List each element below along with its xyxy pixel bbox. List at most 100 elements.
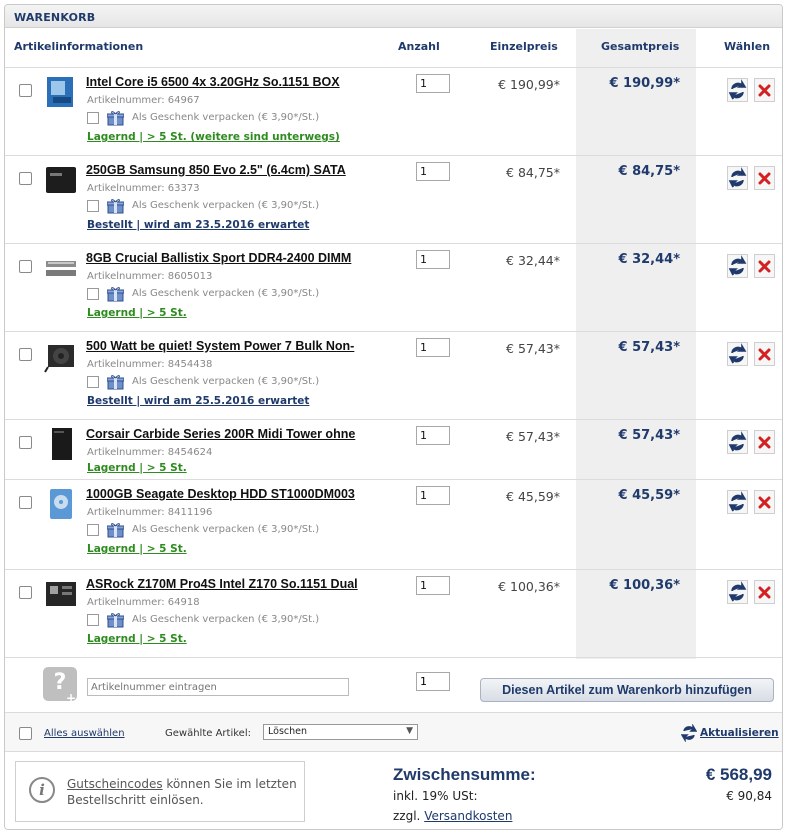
subtotal-value: € 568,99 <box>705 765 772 784</box>
gift-wrap-label: Als Geschenk verpacken (€ 3,90*/St.) <box>132 524 320 535</box>
refresh-icon[interactable] <box>681 724 697 742</box>
ssd-icon[interactable] <box>44 163 78 197</box>
column-header-select: Wählen <box>724 40 771 53</box>
select-all-checkbox[interactable] <box>19 727 32 740</box>
item-select-checkbox[interactable] <box>19 586 32 599</box>
coupon-text: Gutscheincodes können Sie im letzten Bes… <box>67 776 297 808</box>
bulk-action-select[interactable]: Löschen ▼ <box>263 724 418 740</box>
column-header-qty: Anzahl <box>398 40 440 53</box>
gift-box-icon <box>107 613 124 628</box>
shipping-info: zzgl. Versandkosten <box>393 809 512 823</box>
item-select-checkbox[interactable] <box>19 172 32 185</box>
item-quantity-input[interactable] <box>416 338 450 357</box>
item-title-link[interactable]: Intel Core i5 6500 4x 3.20GHz So.1151 BO… <box>86 75 340 89</box>
gift-wrap-checkbox[interactable] <box>87 112 99 124</box>
item-title-link[interactable]: 1000GB Seagate Desktop HDD ST1000DM003 <box>86 487 355 501</box>
item-article-number: Artikelnummer: 64918 <box>87 597 200 608</box>
item-select-checkbox[interactable] <box>19 348 32 361</box>
selected-items-label: Gewählte Artikel: <box>165 728 251 739</box>
item-select-checkbox[interactable] <box>19 496 32 509</box>
item-unit-price: € 45,59* <box>506 489 560 504</box>
column-header-info: Artikelinformationen <box>14 40 144 53</box>
item-title-link[interactable]: Corsair Carbide Series 200R Midi Tower o… <box>86 427 355 441</box>
update-item-icon[interactable] <box>727 78 748 102</box>
update-item-icon[interactable] <box>727 580 748 604</box>
gift-wrap-checkbox[interactable] <box>87 614 99 626</box>
delete-item-icon[interactable] <box>754 342 775 366</box>
item-title-link[interactable]: 8GB Crucial Ballistix Sport DDR4-2400 DI… <box>86 251 351 265</box>
subtotal-label: Zwischensumme: <box>393 765 536 784</box>
delete-item-icon[interactable] <box>754 78 775 102</box>
item-quantity-input[interactable] <box>416 426 450 445</box>
delete-item-icon[interactable] <box>754 166 775 190</box>
item-unit-price: € 57,43* <box>506 341 560 356</box>
article-number-input[interactable] <box>87 678 349 696</box>
gift-wrap-checkbox[interactable] <box>87 288 99 300</box>
update-item-icon[interactable] <box>727 430 748 454</box>
item-article-number: Artikelnummer: 8454624 <box>87 447 213 458</box>
gift-wrap-label: Als Geschenk verpacken (€ 3,90*/St.) <box>132 200 320 211</box>
item-total-price: € 57,43* <box>618 340 681 355</box>
delete-item-icon[interactable] <box>754 580 775 604</box>
chevron-down-icon: ▼ <box>406 726 413 736</box>
update-item-icon[interactable] <box>727 166 748 190</box>
refresh-link[interactable]: Aktualisieren <box>700 727 779 739</box>
coupon-codes-link[interactable]: Gutscheincodes <box>67 777 163 791</box>
bulk-action-value: Löschen <box>268 726 307 737</box>
item-quantity-input[interactable] <box>416 162 450 181</box>
item-article-number: Artikelnummer: 8605013 <box>87 271 213 282</box>
delete-item-icon[interactable] <box>754 254 775 278</box>
item-select-checkbox[interactable] <box>19 260 32 273</box>
cart-item-row: 1000GB Seagate Desktop HDD ST1000DM003 Ar… <box>5 479 782 569</box>
shipping-costs-link[interactable]: Versandkosten <box>424 809 512 823</box>
column-header-unit-price: Einzelpreis <box>490 40 558 53</box>
coupon-info-box: i Gutscheincodes können Sie im letzten B… <box>15 761 305 822</box>
item-total-price: € 84,75* <box>618 164 681 179</box>
psu-icon[interactable] <box>44 339 78 373</box>
item-select-checkbox[interactable] <box>19 436 32 449</box>
pc-case-icon[interactable] <box>44 427 78 461</box>
ram-icon[interactable] <box>44 251 78 285</box>
item-quantity-input[interactable] <box>416 576 450 595</box>
item-article-number: Artikelnummer: 64967 <box>87 95 200 106</box>
column-headers: Artikelinformationen Anzahl Einzelpreis … <box>5 29 782 61</box>
cart-footer: i Gutscheincodes können Sie im letzten B… <box>5 752 782 829</box>
gift-wrap-checkbox[interactable] <box>87 200 99 212</box>
gift-wrap-checkbox[interactable] <box>87 524 99 536</box>
select-all-link[interactable]: Alles auswählen <box>44 728 125 739</box>
update-item-icon[interactable] <box>727 490 748 514</box>
cpu-box-icon[interactable] <box>44 75 78 109</box>
hdd-icon[interactable] <box>44 487 78 521</box>
add-to-cart-button[interactable]: Diesen Artikel zum Warenkorb hinzufügen <box>480 678 774 702</box>
delete-item-icon[interactable] <box>754 430 775 454</box>
item-title-link[interactable]: 250GB Samsung 850 Evo 2.5" (6.4cm) SATA <box>86 163 346 177</box>
item-quantity-input[interactable] <box>416 74 450 93</box>
gift-wrap-label: Als Geschenk verpacken (€ 3,90*/St.) <box>132 288 320 299</box>
availability-link[interactable]: Bestellt | wird am 25.5.2016 erwartet <box>87 395 309 407</box>
item-select-checkbox[interactable] <box>19 84 32 97</box>
availability-link[interactable]: Lagernd | > 5 St. <box>87 307 187 319</box>
item-unit-price: € 84,75* <box>506 165 560 180</box>
add-item-quantity-input[interactable] <box>416 672 450 691</box>
update-item-icon[interactable] <box>727 254 748 278</box>
item-unit-price: € 190,99* <box>498 77 560 92</box>
cart-item-row: 8GB Crucial Ballistix Sport DDR4-2400 DI… <box>5 243 782 331</box>
delete-item-icon[interactable] <box>754 490 775 514</box>
cart-item-row: Corsair Carbide Series 200R Midi Tower o… <box>5 419 782 479</box>
availability-link[interactable]: Lagernd | > 5 St. <box>87 462 187 474</box>
update-item-icon[interactable] <box>727 342 748 366</box>
availability-link[interactable]: Lagernd | > 5 St. <box>87 633 187 645</box>
availability-link[interactable]: Lagernd | > 5 St. (weitere sind unterweg… <box>87 131 340 143</box>
gift-wrap-checkbox[interactable] <box>87 376 99 388</box>
availability-link[interactable]: Bestellt | wird am 23.5.2016 erwartet <box>87 219 309 231</box>
item-quantity-input[interactable] <box>416 486 450 505</box>
availability-link[interactable]: Lagernd | > 5 St. <box>87 543 187 555</box>
motherboard-icon[interactable] <box>44 577 78 611</box>
gift-box-icon <box>107 375 124 390</box>
item-quantity-input[interactable] <box>416 250 450 269</box>
item-article-number: Artikelnummer: 63373 <box>87 183 200 194</box>
item-article-number: Artikelnummer: 8454438 <box>87 359 213 370</box>
item-title-link[interactable]: ASRock Z170M Pro4S Intel Z170 So.1151 Du… <box>86 577 358 591</box>
bulk-actions-bar: Alles auswählen Gewählte Artikel: Lösche… <box>5 712 782 752</box>
item-title-link[interactable]: 500 Watt be quiet! System Power 7 Bulk N… <box>86 339 354 353</box>
